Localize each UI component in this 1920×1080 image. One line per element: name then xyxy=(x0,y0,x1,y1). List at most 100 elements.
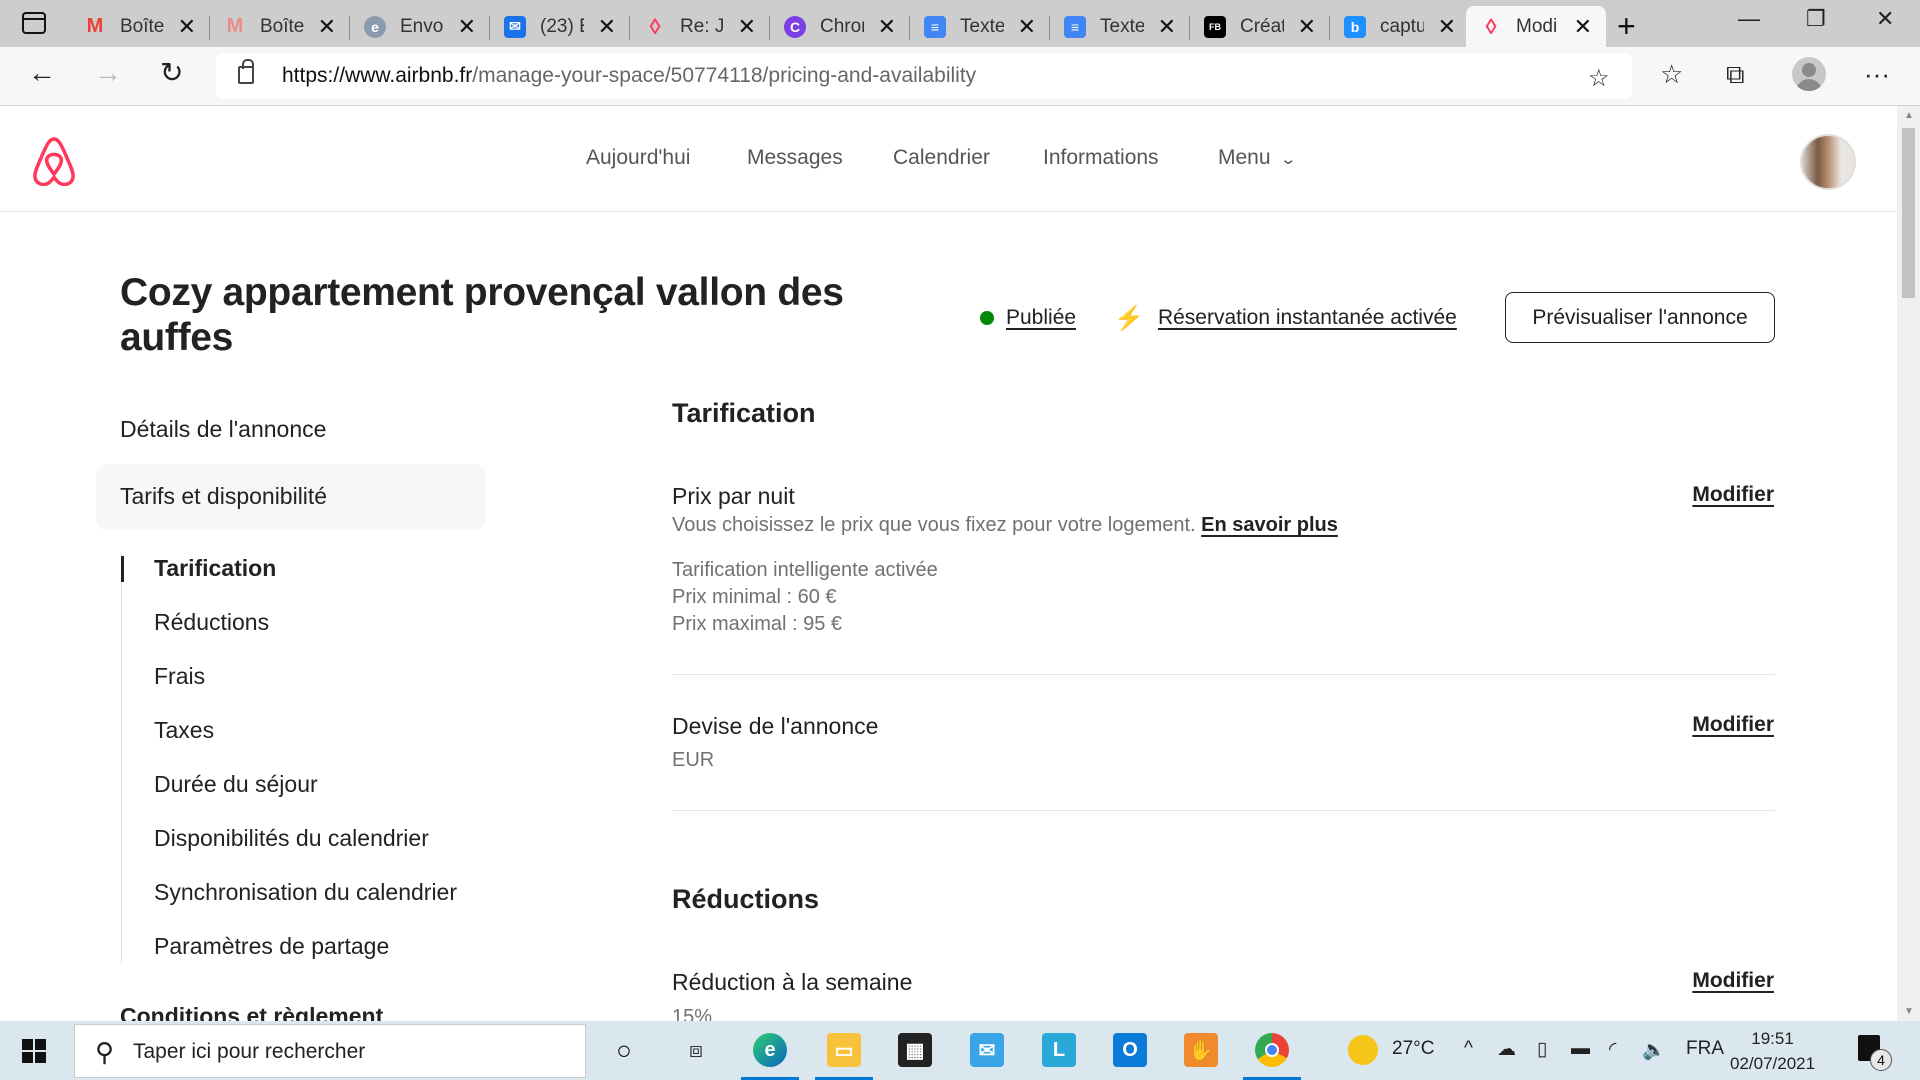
listing-status-row: Publiée ⚡ Réservation instantanée activé… xyxy=(980,300,1457,336)
subnav-partage[interactable]: Paramètres de partage xyxy=(154,933,389,960)
edge-taskbar-icon[interactable]: e xyxy=(741,1033,799,1080)
cortana-icon[interactable]: ○ xyxy=(607,1033,641,1067)
store-icon[interactable]: ▦ xyxy=(898,1033,932,1067)
browser-profile-icon[interactable] xyxy=(1792,57,1826,91)
subnav-tarification[interactable]: Tarification xyxy=(154,555,276,582)
sidebar-item-details[interactable]: Détails de l'annonce xyxy=(120,416,326,443)
o-app-icon[interactable]: O xyxy=(1113,1033,1147,1067)
airbnb-icon: ◊ xyxy=(649,13,661,39)
subnav-frais[interactable]: Frais xyxy=(154,663,205,690)
currency-value: EUR xyxy=(672,749,715,771)
subnav-taxes[interactable]: Taxes xyxy=(154,717,214,744)
chrome-taskbar-icon[interactable] xyxy=(1243,1033,1301,1080)
pricing-heading: Tarification xyxy=(672,398,816,428)
instant-booking-link[interactable]: Réservation instantanée activée xyxy=(1158,306,1457,330)
learn-more-link[interactable]: En savoir plus xyxy=(1201,514,1338,536)
close-window-button[interactable]: ✕ xyxy=(1876,6,1894,32)
browser-tab[interactable]: ✉(23) E✕ xyxy=(490,6,630,47)
close-tab-icon[interactable]: ✕ xyxy=(1018,15,1036,38)
address-bar[interactable]: https://www.airbnb.fr/manage-your-space/… xyxy=(216,53,1632,99)
fb-icon: FB xyxy=(1204,15,1226,38)
nav-menu[interactable]: Menu ⌄ xyxy=(1218,146,1297,170)
minimize-button[interactable]: — xyxy=(1738,6,1760,32)
browser-toolbar: ← → ↻ https://www.airbnb.fr/manage-your-… xyxy=(0,47,1920,106)
volume-icon[interactable]: 🔈 xyxy=(1642,1038,1666,1062)
more-options-icon[interactable]: ··· xyxy=(1864,61,1890,87)
scroll-down-icon[interactable]: ▼ xyxy=(1904,1006,1914,1017)
forward-button[interactable]: → xyxy=(94,59,122,87)
add-favorite-icon[interactable]: ☆ xyxy=(1588,67,1610,91)
close-tab-icon[interactable]: ✕ xyxy=(1438,15,1456,38)
lock-icon[interactable] xyxy=(238,59,254,84)
browser-tab[interactable]: M Boîte ✕ xyxy=(70,6,210,47)
new-tab-button[interactable]: + xyxy=(1617,8,1636,45)
meet-now-icon[interactable]: ▯ xyxy=(1537,1038,1547,1061)
browser-tab[interactable]: CChron✕ xyxy=(770,6,910,47)
onedrive-cloud-icon[interactable]: ☁ xyxy=(1497,1038,1516,1061)
browser-tab[interactable]: ≡ Texte ✕ xyxy=(910,6,1050,47)
battery-icon[interactable]: ▬ xyxy=(1571,1038,1590,1060)
browser-tab[interactable]: e Envo ✕ xyxy=(350,6,490,47)
browser-tab[interactable]: FB Créat ✕ xyxy=(1190,6,1330,47)
edit-currency-link[interactable]: Modifier xyxy=(1692,713,1774,737)
close-tab-icon[interactable]: ✕ xyxy=(738,15,756,38)
scroll-up-icon[interactable]: ▲ xyxy=(1904,110,1914,121)
nav-aujourdhui[interactable]: Aujourd'hui xyxy=(586,146,690,170)
scrollbar-thumb[interactable] xyxy=(1902,128,1915,298)
close-tab-icon[interactable]: ✕ xyxy=(178,15,196,38)
browser-tab[interactable]: b captu ✕ xyxy=(1330,6,1470,47)
wifi-icon[interactable]: ◜ xyxy=(1609,1038,1616,1061)
back-button[interactable]: ← xyxy=(28,59,56,87)
l-app-icon[interactable]: L xyxy=(1042,1033,1076,1067)
user-avatar[interactable] xyxy=(1800,134,1856,190)
preview-listing-button[interactable]: Prévisualiser l'annonce xyxy=(1505,292,1775,343)
site-header: Aujourd'hui Messages Calendrier Informat… xyxy=(0,106,1897,212)
mail-taskbar-icon[interactable]: ✉ xyxy=(970,1033,1004,1067)
app-icon[interactable]: ✋ xyxy=(1184,1033,1218,1067)
notification-count-badge: 4 xyxy=(1870,1049,1892,1071)
weather-temperature[interactable]: 27°C xyxy=(1392,1038,1434,1060)
close-tab-icon[interactable]: ✕ xyxy=(1298,15,1316,38)
close-tab-icon[interactable]: ✕ xyxy=(458,15,476,38)
tab-actions-icon[interactable] xyxy=(22,12,46,34)
restore-button[interactable]: ❐ xyxy=(1806,6,1826,32)
nav-messages[interactable]: Messages xyxy=(747,146,843,170)
nav-informations[interactable]: Informations xyxy=(1043,146,1159,170)
browser-tab[interactable]: ◊ Modi ✕ xyxy=(1466,6,1606,47)
favorites-icon[interactable]: ☆ xyxy=(1660,61,1683,87)
task-view-icon[interactable]: ⧈ xyxy=(679,1033,713,1067)
taskbar-clock[interactable]: 19:51 02/07/2021 xyxy=(1730,1026,1815,1076)
page-scrollbar[interactable]: ▲ ▼ xyxy=(1897,106,1920,1021)
browser-tab[interactable]: ≡ Texte ✕ xyxy=(1050,6,1190,47)
file-explorer-icon[interactable]: ▭ xyxy=(815,1033,873,1080)
divider xyxy=(672,674,1775,675)
weekly-discount-title: Réduction à la semaine xyxy=(672,969,913,995)
nav-calendrier[interactable]: Calendrier xyxy=(893,146,990,170)
subnav-duree-sejour[interactable]: Durée du séjour xyxy=(154,771,318,798)
close-tab-icon[interactable]: ✕ xyxy=(1158,15,1176,38)
weather-icon[interactable] xyxy=(1348,1035,1378,1065)
windows-start-icon[interactable] xyxy=(22,1039,46,1063)
taskbar-search-input[interactable]: ⚲ Taper ici pour rechercher xyxy=(74,1024,586,1078)
airbnb-icon: ◊ xyxy=(1485,13,1497,39)
min-price: Prix minimal : 60 € xyxy=(672,586,837,608)
reload-button[interactable]: ↻ xyxy=(160,59,183,87)
close-tab-icon[interactable]: ✕ xyxy=(878,15,896,38)
close-tab-icon[interactable]: ✕ xyxy=(1574,15,1592,38)
browser-tab[interactable]: ◊Re: Je✕ xyxy=(630,6,770,47)
url-text[interactable]: https://www.airbnb.fr/manage-your-space/… xyxy=(282,64,976,88)
max-price: Prix maximal : 95 € xyxy=(672,613,843,635)
close-tab-icon[interactable]: ✕ xyxy=(318,15,336,38)
language-indicator[interactable]: FRA xyxy=(1686,1038,1724,1060)
edit-night-price-link[interactable]: Modifier xyxy=(1692,483,1774,507)
airbnb-logo-icon[interactable] xyxy=(30,136,78,186)
subnav-synchronisation[interactable]: Synchronisation du calendrier xyxy=(154,879,457,906)
subnav-reductions[interactable]: Réductions xyxy=(154,609,269,636)
show-hidden-icons-chevron-icon[interactable]: ^ xyxy=(1464,1038,1473,1060)
edit-weekly-discount-link[interactable]: Modifier xyxy=(1692,969,1774,993)
browser-tab[interactable]: M Boîte ✕ xyxy=(210,6,350,47)
collections-icon[interactable]: ⧉ xyxy=(1726,61,1745,87)
published-status-link[interactable]: Publiée xyxy=(1006,306,1076,330)
subnav-disponibilites[interactable]: Disponibilités du calendrier xyxy=(154,825,429,852)
close-tab-icon[interactable]: ✕ xyxy=(598,15,616,38)
